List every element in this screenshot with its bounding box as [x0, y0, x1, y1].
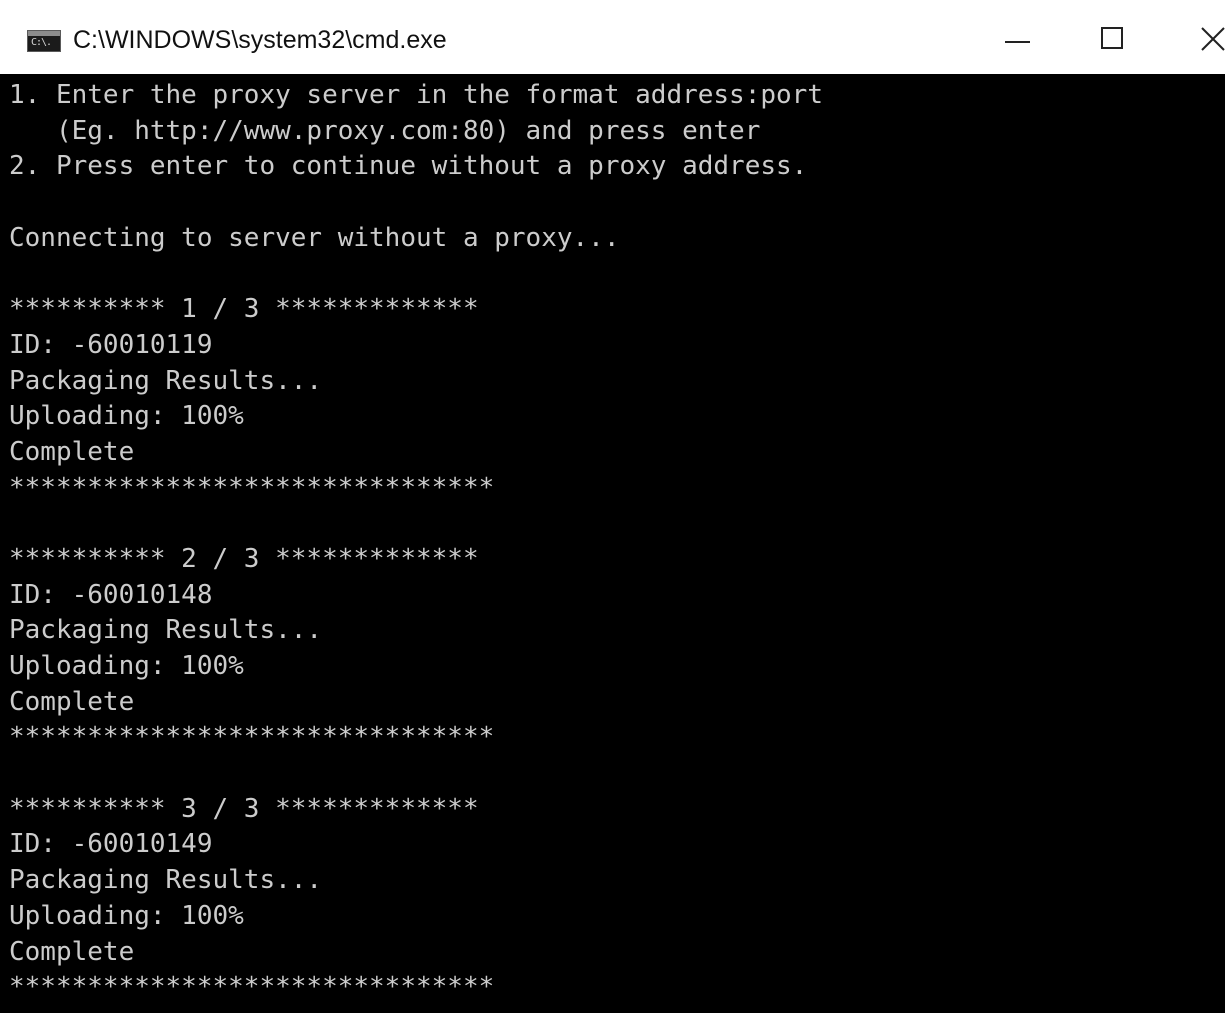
- close-button[interactable]: [1162, 0, 1225, 74]
- console-line: 1. Enter the proxy server in the format …: [9, 80, 823, 110]
- title-bar[interactable]: C:\. C:\WINDOWS\system32\cmd.exe: [0, 0, 1225, 74]
- console-line: Packaging Results...: [9, 365, 323, 396]
- console-line: Complete: [9, 686, 135, 717]
- console-line: Uploading: 100%: [9, 651, 244, 681]
- console-line: Uploading: 100%: [9, 401, 244, 432]
- minimize-icon: [1005, 41, 1030, 43]
- console-output[interactable]: 1. Enter the proxy server in the format …: [0, 74, 1225, 1013]
- console-line: *******************************: [9, 972, 495, 1003]
- console-line: Uploading: 100%: [9, 900, 244, 931]
- console-line: *******************************: [9, 472, 495, 503]
- console-line: ********** 3 / 3 *************: [9, 793, 479, 824]
- console-line: Packaging Results...: [9, 615, 323, 646]
- console-line: Packaging Results...: [9, 865, 323, 896]
- cmd-icon[interactable]: C:\.: [27, 30, 61, 52]
- cmd-icon-glyph: C:\.: [31, 37, 52, 48]
- minimize-button[interactable]: [970, 0, 1066, 74]
- console-line: 2. Press enter to continue without a pro…: [9, 151, 808, 182]
- console-line: Complete: [9, 936, 135, 967]
- console-line: Connecting to server without a proxy...: [9, 222, 620, 253]
- close-icon: [1201, 27, 1225, 51]
- console-line: ID: -60010148: [9, 579, 213, 610]
- console-line: ID: -60010119: [9, 329, 213, 360]
- console-line: Complete: [9, 436, 135, 467]
- console-line: ********** 1 / 3 *************: [9, 294, 479, 325]
- console-line: *******************************: [9, 722, 495, 753]
- console-line: (Eg. http://www.proxy.com:80) and press …: [9, 115, 761, 146]
- window-title: C:\WINDOWS\system32\cmd.exe: [73, 26, 447, 54]
- console-lines: 1. Enter the proxy server in the format …: [9, 78, 1219, 1006]
- console-line: ID: -60010149: [9, 829, 213, 860]
- console-line: ********** 2 / 3 *************: [9, 543, 479, 574]
- maximize-icon: [1101, 27, 1123, 49]
- cmd-icon-bar: [28, 31, 60, 36]
- maximize-button[interactable]: [1066, 0, 1162, 74]
- cmd-window: C:\. C:\WINDOWS\system32\cmd.exe 1. Ente…: [0, 0, 1225, 1013]
